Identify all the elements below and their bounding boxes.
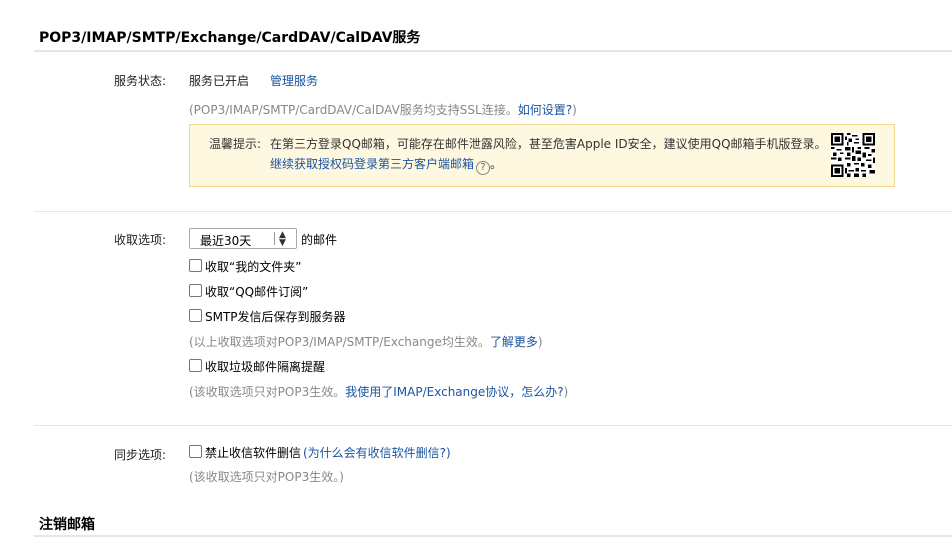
- sync-options-label: 同步选项:: [113, 448, 166, 462]
- smtp-save-sent-checkbox[interactable]: [189, 309, 202, 322]
- how-to-setup-link[interactable]: 如何设置?: [518, 103, 572, 117]
- ssl-note: (POP3/IMAP/SMTP/CardDAV/CalDAV服务均支持SSL连接…: [189, 101, 577, 118]
- manage-service-link[interactable]: 管理服务: [270, 72, 318, 89]
- learn-more-link[interactable]: 了解更多: [490, 335, 538, 349]
- section-divider-1: [34, 211, 952, 212]
- fetch-options-note: (以上收取选项对POP3/IMAP/SMTP/Exchange均生效。了解更多): [189, 333, 543, 350]
- ssl-note-text: (POP3/IMAP/SMTP/CardDAV/CalDAV服务均支持SSL连接…: [189, 103, 518, 117]
- get-auth-code-link[interactable]: 继续获取授权码登录第三方客户端邮箱: [270, 157, 474, 171]
- fetch-options-note-text: (以上收取选项对POP3/IMAP/SMTP/Exchange均生效。: [189, 335, 490, 349]
- fetch-range-suffix: 的邮件: [301, 233, 338, 247]
- fetch-options-label: 收取选项:: [113, 233, 166, 247]
- prevent-client-delete-label[interactable]: 禁止收信软件删信: [205, 444, 301, 461]
- title-divider: [34, 50, 952, 52]
- smtp-save-sent-label[interactable]: SMTP发信后保存到服务器: [205, 308, 346, 325]
- spam-quarantine-label[interactable]: 收取垃圾邮件隔离提醒: [205, 358, 325, 375]
- service-status-label: 服务状态:: [113, 74, 166, 88]
- service-status-text: 服务已开启: [189, 74, 250, 88]
- section-title-services: POP3/IMAP/SMTP/Exchange/CardDAV/CalDAV服务: [39, 30, 421, 46]
- fetch-my-folders-checkbox[interactable]: [189, 259, 202, 272]
- pop3-only-note-text: (该收取选项只对POP3生效。: [189, 385, 346, 399]
- help-icon[interactable]: ?: [476, 161, 491, 175]
- section-divider-2: [34, 425, 952, 426]
- qr-code-icon[interactable]: [831, 133, 875, 177]
- tip-text-line1: 在第三方登录QQ邮箱，可能存在邮件泄露风险，甚至危害Apple ID安全，建议使…: [270, 137, 827, 151]
- fetch-qq-subscription-checkbox[interactable]: [189, 284, 202, 297]
- fetch-options-note-suffix: ): [537, 335, 543, 349]
- ssl-note-suffix: ): [572, 103, 577, 117]
- pop3-only-note-suffix: ): [563, 385, 569, 399]
- fetch-qq-subscription-label[interactable]: 收取“QQ邮件订阅”: [205, 283, 308, 300]
- pop3-only-note: (该收取选项只对POP3生效。我使用了IMAP/Exchange协议，怎么办?): [189, 383, 568, 400]
- select-divider: [274, 232, 275, 245]
- sync-pop3-note: (该收取选项只对POP3生效。): [189, 470, 344, 484]
- section-title-cancel-mailbox: 注销邮箱: [39, 517, 95, 533]
- fetch-range-value: 最近30天: [200, 234, 252, 248]
- spam-quarantine-checkbox[interactable]: [189, 359, 202, 372]
- why-client-delete-link[interactable]: (为什么会有收信软件删信?): [303, 444, 451, 461]
- imap-exchange-help-link[interactable]: 我使用了IMAP/Exchange协议，怎么办?: [345, 385, 563, 399]
- fetch-range-select[interactable]: 最近30天 ▲ ▼: [189, 228, 297, 249]
- select-arrow-icon: ▲ ▼: [279, 230, 286, 248]
- tip-text-line2: 继续获取授权码登录第三方客户端邮箱?。: [270, 157, 503, 175]
- prevent-client-delete-checkbox[interactable]: [189, 445, 202, 458]
- fetch-my-folders-label[interactable]: 收取“我的文件夹”: [205, 258, 301, 275]
- tip-label: 温馨提示:: [209, 137, 262, 151]
